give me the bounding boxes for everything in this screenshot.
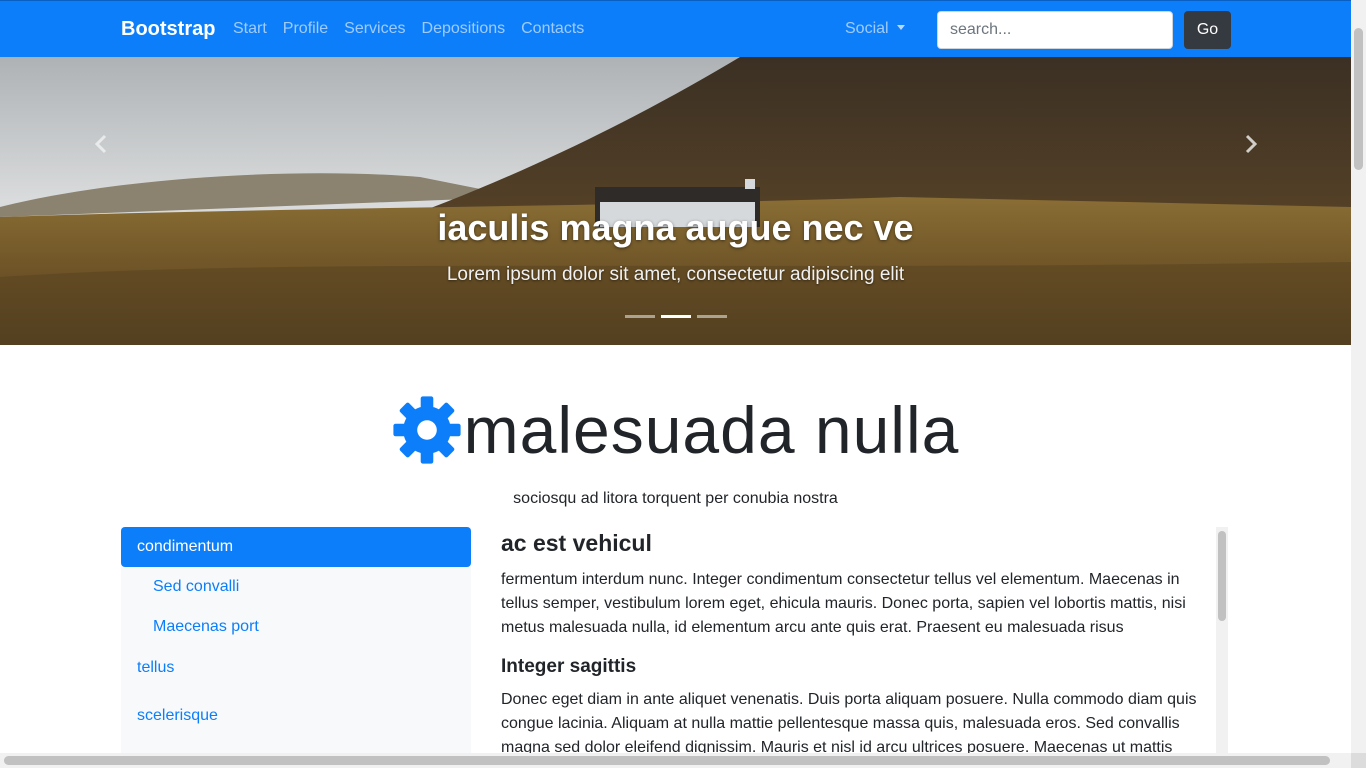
nav-link-services[interactable]: Services bbox=[344, 20, 405, 38]
carousel-indicator-active[interactable] bbox=[661, 315, 691, 318]
section-text: Donec eget diam in ante aliquet venenati… bbox=[501, 691, 1197, 753]
social-dropdown[interactable]: Social bbox=[845, 20, 905, 38]
search-input[interactable] bbox=[937, 11, 1173, 49]
horizontal-scrollbar-thumb[interactable] bbox=[4, 756, 1330, 765]
nav-link-contacts[interactable]: Contacts bbox=[521, 20, 584, 38]
content-scrollbar[interactable] bbox=[1216, 527, 1228, 753]
content-scrollbar-thumb[interactable] bbox=[1218, 531, 1226, 621]
content-panel: ac est vehicul fermentum interdum nunc. … bbox=[486, 527, 1216, 753]
go-button[interactable]: Go bbox=[1184, 11, 1231, 49]
carousel-indicator[interactable] bbox=[625, 315, 655, 318]
page-subtitle: sociosqu ad litora torquent per conubia … bbox=[513, 490, 838, 507]
section-text: fermentum interdum nunc. Integer condime… bbox=[501, 571, 1186, 636]
page-heading: malesuada nulla bbox=[0, 392, 1351, 468]
section-title: ac est vehicul bbox=[501, 530, 652, 556]
sidebar-subitem-sed-convalli[interactable]: Sed convalli bbox=[121, 567, 471, 607]
sidebar: condimentum Sed convalli Maecenas port t… bbox=[121, 527, 471, 768]
navbar-brand[interactable]: Bootstrap bbox=[121, 18, 215, 41]
sidebar-item-scelerisque[interactable]: scelerisque bbox=[121, 695, 471, 743]
social-dropdown-label: Social bbox=[845, 20, 889, 37]
carousel-prev-icon[interactable] bbox=[90, 132, 114, 156]
nav-link-profile[interactable]: Profile bbox=[283, 20, 328, 38]
caret-down-icon bbox=[896, 25, 905, 30]
carousel-image bbox=[0, 57, 1351, 345]
page-horizontal-scrollbar[interactable] bbox=[0, 753, 1351, 768]
carousel-caption-title: iaculis magna augue nec ve bbox=[437, 207, 914, 248]
section-title: Integer sagittis bbox=[501, 656, 637, 677]
carousel-caption-subtitle: Lorem ipsum dolor sit amet, consectetur … bbox=[446, 264, 905, 285]
nav-link-start[interactable]: Start bbox=[233, 20, 267, 38]
nav-link-depositions[interactable]: Depositions bbox=[422, 20, 506, 38]
carousel-indicators bbox=[625, 315, 727, 318]
page-title: malesuada nulla bbox=[463, 393, 960, 467]
nav-links: Start Profile Services Depositions Conta… bbox=[233, 20, 600, 38]
gear-icon bbox=[393, 396, 461, 464]
navbar: Bootstrap Start Profile Services Deposit… bbox=[0, 0, 1351, 57]
carousel-next-icon[interactable] bbox=[1238, 132, 1262, 156]
sidebar-item-tellus[interactable]: tellus bbox=[121, 647, 471, 695]
sidebar-subitem-maecenas-port[interactable]: Maecenas port bbox=[121, 607, 471, 647]
sidebar-item-condimentum[interactable]: condimentum bbox=[121, 527, 471, 567]
carousel: iaculis magna augue nec ve Lorem ipsum d… bbox=[0, 57, 1351, 345]
page-vertical-scrollbar[interactable] bbox=[1351, 0, 1366, 753]
scrollbar-corner bbox=[1351, 753, 1366, 768]
carousel-indicator[interactable] bbox=[697, 315, 727, 318]
vertical-scrollbar-thumb[interactable] bbox=[1354, 28, 1363, 170]
